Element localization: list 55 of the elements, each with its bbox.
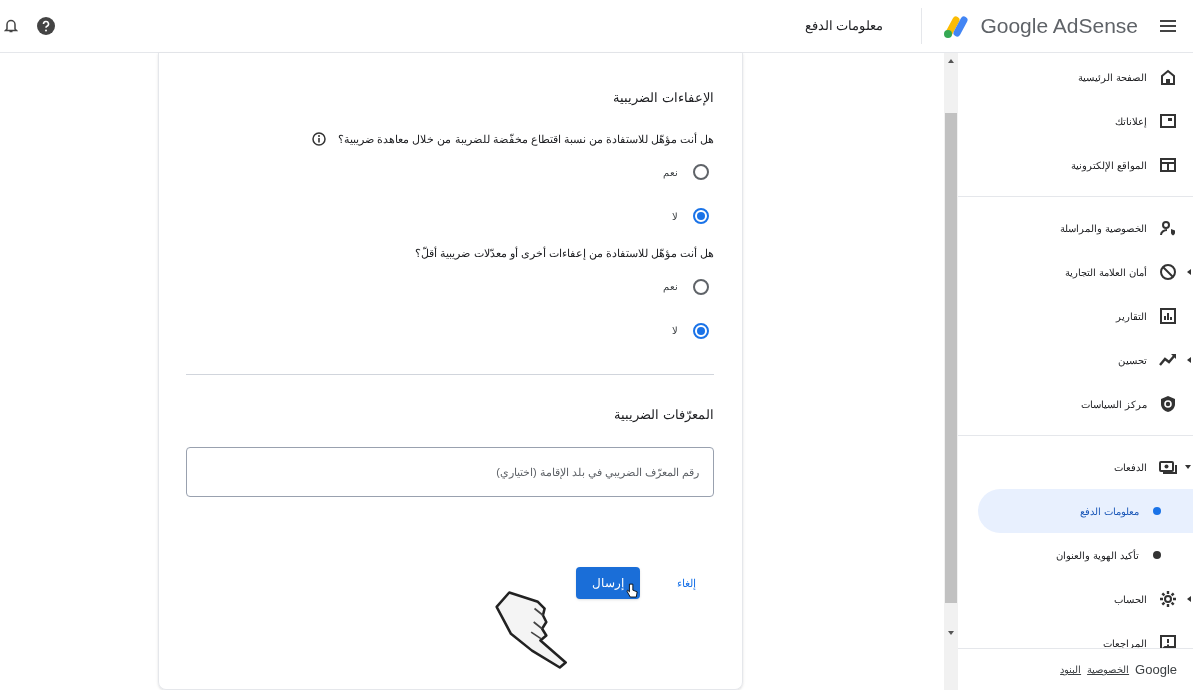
section-title: المعرّفات الضريبية <box>613 405 714 424</box>
help-icon[interactable] <box>37 17 55 35</box>
nav-item[interactable]: الصفحة الرئيسية <box>958 55 1193 99</box>
feedback-icon <box>1159 634 1177 648</box>
website-icon <box>1159 156 1177 174</box>
logo-icon <box>942 13 971 39</box>
cancel-link[interactable]: إلغاء <box>677 574 696 592</box>
ad-icon <box>1159 112 1177 130</box>
page-title: معلومات الدفع <box>804 17 884 36</box>
money-icon <box>1159 458 1177 476</box>
settings-icon <box>1159 590 1177 608</box>
caret-left-icon[interactable] <box>1187 596 1191 602</box>
text-field[interactable]: رقم المعرّف الضريبي في بلد الإقامة (اختياري) <box>186 447 714 497</box>
home-icon <box>1159 68 1177 86</box>
person-shield-icon <box>1159 219 1177 237</box>
shield-icon <box>1159 395 1177 413</box>
question-text: هل أنت مؤهّل للاستفادة من نسبة اقتطاع مخفّضة للضريبة من خلال معاهدة ضريبية؟ <box>338 131 714 147</box>
nav-item[interactable]: الخصوصية والمراسلة <box>958 206 1193 250</box>
submit-button[interactable]: إرسال <box>576 567 640 599</box>
nav-item[interactable]: المواقع الإلكترونية <box>958 143 1193 187</box>
scroll-up-icon[interactable] <box>948 59 954 63</box>
section-title: الإعفاءات الضريبية <box>612 89 714 108</box>
footer-link[interactable]: البنود <box>1060 662 1082 677</box>
footer-link[interactable]: الخصوصية <box>1087 662 1130 677</box>
radio-button[interactable] <box>693 322 709 339</box>
nav-item[interactable]: إعلاناتك <box>958 99 1193 143</box>
caret-down-icon[interactable] <box>1185 465 1191 469</box>
question-text: هل أنت مؤهّل للاستفادة من إعفاءات أخرى أو معدّلات ضريبية أقلّ؟ <box>415 245 714 262</box>
bar-chart-icon <box>1159 307 1177 325</box>
option-label: لا <box>672 209 678 224</box>
option-label: لا <box>672 324 678 338</box>
nav-subitem[interactable]: تأكيد الهوية والعنوان <box>978 533 1193 577</box>
nav-item[interactable]: الدفعات <box>958 445 1193 489</box>
info-icon[interactable] <box>312 131 327 146</box>
nav-item[interactable]: الحساب <box>958 577 1193 621</box>
google-link[interactable]: Google <box>1135 659 1177 680</box>
nav-item[interactable]: تحسين <box>958 338 1193 382</box>
scrollbar[interactable] <box>944 53 958 690</box>
nav-subitem[interactable]: معلومات الدفع <box>978 489 1193 533</box>
nav-item[interactable]: أمان العلامة التجارية <box>958 250 1193 294</box>
nav-item[interactable]: مركز السياسات <box>958 382 1193 426</box>
radio-button[interactable] <box>693 208 709 224</box>
nav-item[interactable]: التقارير <box>958 294 1193 338</box>
option-label: نعم <box>663 165 678 180</box>
menu-icon[interactable] <box>1160 20 1176 32</box>
product-name: Google AdSense <box>980 13 1138 40</box>
caret-left-icon[interactable] <box>1187 269 1191 275</box>
caret-left-icon[interactable] <box>1187 357 1191 363</box>
option-label: نعم <box>663 280 678 294</box>
radio-button[interactable] <box>693 164 709 180</box>
scroll-down-icon[interactable] <box>948 631 954 635</box>
notification-icon[interactable] <box>4 18 18 34</box>
hand-cursor-icon <box>626 583 638 599</box>
radio-button[interactable] <box>693 278 709 295</box>
blocked-icon <box>1159 263 1177 281</box>
